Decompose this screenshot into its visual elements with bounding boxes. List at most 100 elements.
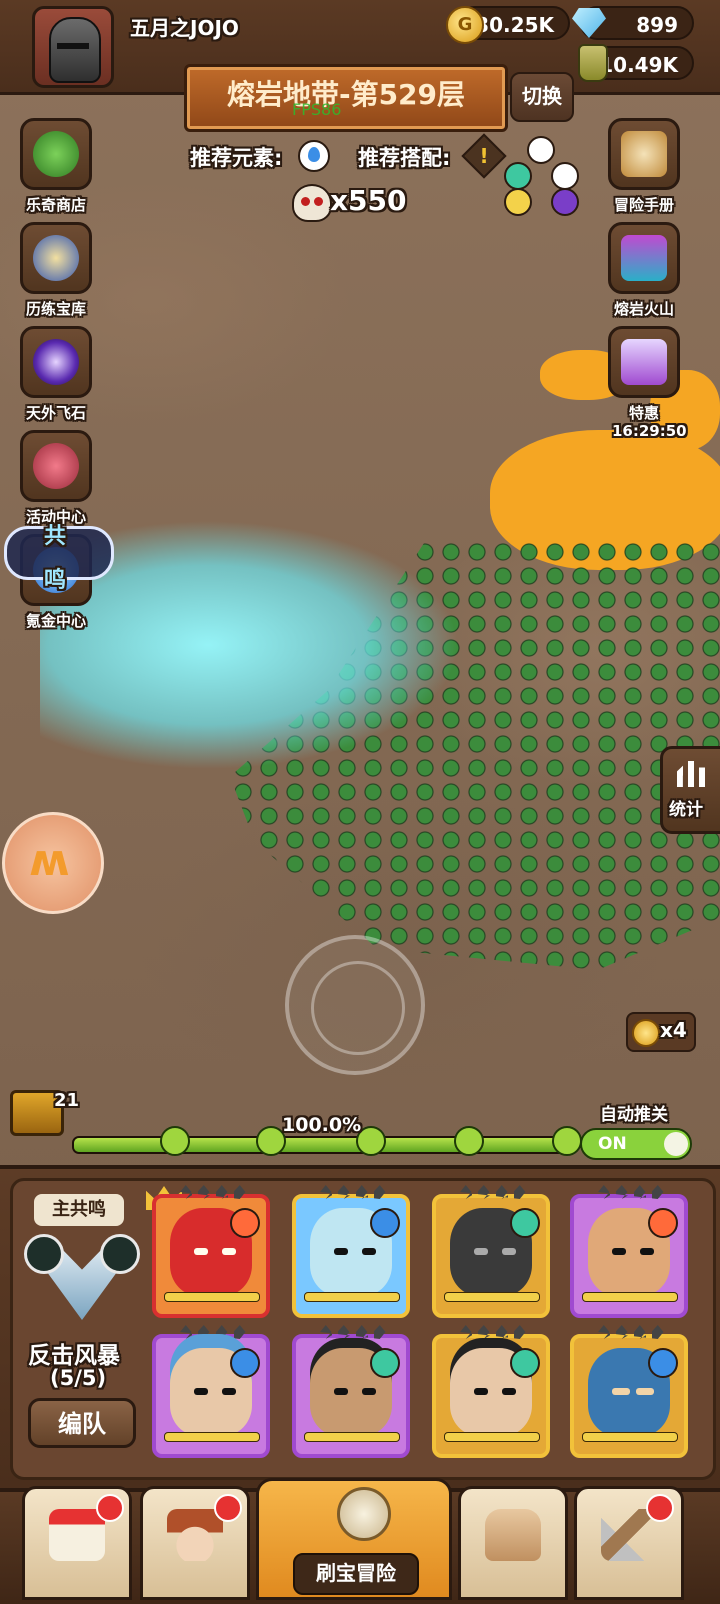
ultimate-skill-button[interactable]: ʍ <box>2 812 104 914</box>
hero-card[interactable] <box>432 1325 550 1458</box>
knight-helmet-icon <box>49 17 101 83</box>
hero-eye <box>222 1388 236 1395</box>
hero-eye <box>474 1248 488 1255</box>
hero-eye <box>502 1388 516 1395</box>
hero-eye <box>334 1388 348 1395</box>
resonance-badge-text: 鸣 <box>44 568 67 593</box>
hero-card[interactable] <box>292 1185 410 1318</box>
hero-eye <box>222 1248 236 1255</box>
virtual-joystick[interactable] <box>285 935 425 1075</box>
side-button-events[interactable] <box>20 430 92 502</box>
side-label-volcano: 熔岩火山 <box>613 300 674 318</box>
key-icon <box>552 1126 582 1156</box>
auto-advance-toggle[interactable]: ON <box>580 1128 692 1160</box>
formation-button[interactable]: 编队 <box>28 1398 136 1448</box>
notification-dot <box>214 1494 242 1522</box>
potion-icon <box>578 44 608 82</box>
water-element-icon <box>551 162 579 190</box>
hero-eye <box>612 1388 630 1395</box>
nav-adventure-label: 刷宝冒险 <box>293 1553 419 1595</box>
wind-element-icon <box>504 162 532 190</box>
side-label-shop: 乐奇商店 <box>25 196 86 214</box>
hero-level-bar <box>304 1292 400 1302</box>
wind-element-icon <box>24 1234 64 1274</box>
hero-card[interactable] <box>432 1185 550 1318</box>
hero-eye <box>362 1248 376 1255</box>
wind-element-icon <box>510 1348 540 1378</box>
hero-level-bar <box>444 1292 540 1302</box>
progress-fill <box>74 1138 574 1152</box>
fire-element-icon <box>527 136 555 164</box>
wind-element-icon <box>510 1208 540 1238</box>
side-button-volcano[interactable] <box>608 222 680 294</box>
water-element-icon <box>230 1348 260 1378</box>
nav-bag[interactable] <box>458 1486 568 1600</box>
hero-level-bar <box>164 1292 260 1302</box>
side-button-stone[interactable] <box>20 326 92 398</box>
auto-advance-label: 自动推关 <box>600 1105 668 1125</box>
clover-icon <box>33 131 79 177</box>
chest-count: 21 <box>54 1090 80 1111</box>
side-label-topup: 氪金中心 <box>25 612 86 630</box>
light-element-icon <box>504 188 532 216</box>
skill-glyph-icon: ʍ <box>29 835 70 886</box>
resonance-name: 反击风暴 <box>28 1343 120 1369</box>
hero-eye <box>636 1388 654 1395</box>
kill-counter: x550 <box>330 184 407 217</box>
dark-element-icon <box>551 188 579 216</box>
key-icon <box>160 1126 190 1156</box>
switch-stage-button[interactable]: 切换 <box>510 72 574 122</box>
coin-icon <box>632 1019 660 1047</box>
hero-card[interactable] <box>292 1325 410 1458</box>
side-button-shop[interactable] <box>20 118 92 190</box>
deal-timer: 16:29:50 <box>612 422 687 440</box>
nav-adventure[interactable]: 刷宝冒险 <box>256 1478 452 1600</box>
hero-eye <box>612 1248 626 1255</box>
stage-banner: 熔岩地带-第529层 <box>184 64 508 132</box>
gold-coin-icon <box>446 6 484 44</box>
helmet-visor <box>57 43 89 49</box>
progress-percent: 100.0% <box>282 1114 362 1136</box>
fps-counter: FPS86 <box>292 100 342 119</box>
speed-multiplier[interactable]: x4 <box>626 1012 696 1052</box>
side-label-deal: 特惠 <box>628 404 659 422</box>
hero-card[interactable] <box>152 1325 270 1458</box>
hero-eye <box>194 1388 208 1395</box>
main-resonance-tag: 主共鸣 <box>34 1194 124 1226</box>
notification-dot <box>96 1494 124 1522</box>
hero-face-icon <box>167 1509 223 1561</box>
side-button-manual[interactable] <box>608 118 680 190</box>
notification-dot <box>646 1494 674 1522</box>
water-element-icon <box>298 140 330 172</box>
hero-card[interactable] <box>152 1185 270 1318</box>
hero-card[interactable] <box>570 1185 688 1318</box>
resonance-badge-text: 共 <box>44 524 67 549</box>
shop-stall-icon <box>49 1509 105 1561</box>
side-button-deal[interactable] <box>608 326 680 398</box>
player-avatar[interactable] <box>32 6 114 88</box>
galaxy-stone-icon <box>33 339 79 385</box>
fire-element-icon <box>648 1208 678 1238</box>
key-icon <box>454 1126 484 1156</box>
scroll-icon <box>621 131 667 177</box>
hero-level-bar <box>582 1292 678 1302</box>
toggle-knob <box>664 1132 688 1156</box>
resonance-count: (5/5) <box>50 1366 107 1390</box>
fire-element-icon <box>230 1208 260 1238</box>
hero-eye <box>502 1248 516 1255</box>
side-label-manual: 冒险手册 <box>613 196 674 214</box>
hero-eye <box>474 1388 488 1395</box>
gift-chest-icon <box>621 339 667 385</box>
stats-button[interactable]: 统计 <box>660 746 720 834</box>
recommend-element-label: 推荐元素: <box>190 146 283 170</box>
speed-value: x4 <box>660 1018 687 1042</box>
hero-eye <box>362 1388 376 1395</box>
hero-level-bar <box>304 1432 400 1442</box>
backpack-icon <box>485 1509 541 1561</box>
gem-value: 899 <box>636 13 678 37</box>
hero-card[interactable] <box>570 1325 688 1458</box>
stage-progress-bar <box>72 1136 576 1154</box>
potion-value: 10.49K <box>599 53 678 77</box>
side-button-vault[interactable] <box>20 222 92 294</box>
hero-level-bar <box>444 1432 540 1442</box>
